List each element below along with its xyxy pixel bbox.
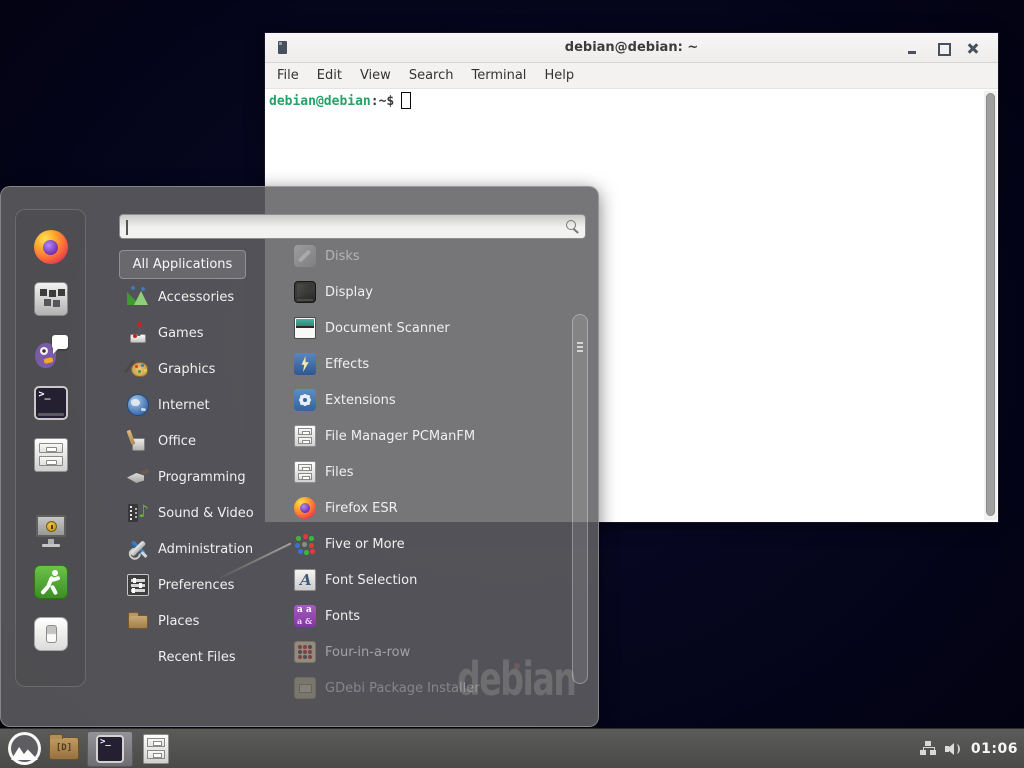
category-recent-files[interactable]: Recent Files <box>119 639 277 675</box>
app-gdebi: GDebi Package Installer <box>286 670 564 706</box>
app-five-or-more[interactable]: Five or More <box>286 526 564 562</box>
minimize-icon[interactable] <box>898 37 928 59</box>
package-keys-icon[interactable] <box>34 282 68 316</box>
category-internet[interactable]: Internet <box>119 387 277 423</box>
app-disks: Disks <box>286 238 564 274</box>
menu-edit[interactable]: Edit <box>308 68 351 83</box>
gdebi-icon <box>294 677 316 699</box>
firefox-icon[interactable] <box>34 230 68 264</box>
category-accessories[interactable]: Accessories <box>119 279 277 315</box>
close-icon[interactable] <box>958 37 988 59</box>
internet-globe-icon <box>127 394 149 416</box>
preferences-icon <box>127 574 149 596</box>
shell-prompt: debian@debian:~$ <box>269 92 411 109</box>
five-or-more-icon <box>294 533 316 555</box>
category-all-applications[interactable]: All Applications <box>119 250 246 279</box>
text-caret <box>126 220 128 235</box>
terminal-scrollbar-thumb[interactable] <box>986 93 995 516</box>
app-firefox-esr[interactable]: Firefox ESR <box>286 490 564 526</box>
system-tray: 01:06 <box>920 729 1024 768</box>
terminal-favorite-icon[interactable] <box>34 386 68 420</box>
administration-icon <box>127 538 149 560</box>
file-manager-favorite-icon[interactable] <box>34 438 68 472</box>
start-menu-button[interactable] <box>8 732 41 765</box>
category-preferences[interactable]: Preferences <box>119 567 277 603</box>
application-list: Disks Display Document Scanner Effects E… <box>286 238 564 706</box>
taskbar: 01:06 <box>0 728 1024 768</box>
fonts-icon <box>294 605 316 627</box>
app-list-scrollbar[interactable] <box>572 314 588 684</box>
app-effects[interactable]: Effects <box>286 346 564 382</box>
desktop-folder-icon <box>49 737 79 760</box>
terminal-taskbar-icon <box>96 735 124 763</box>
menu-help[interactable]: Help <box>535 68 583 83</box>
firefox-esr-icon <box>294 497 316 519</box>
category-programming[interactable]: Programming <box>119 459 277 495</box>
terminal-cursor <box>401 92 411 109</box>
window-controls <box>898 33 988 63</box>
app-font-selection[interactable]: Font Selection <box>286 562 564 598</box>
prompt-user: debian@debian <box>269 94 371 109</box>
clock[interactable]: 01:06 <box>971 741 1018 757</box>
app-display[interactable]: Display <box>286 274 564 310</box>
logout-icon[interactable] <box>34 565 68 599</box>
accessories-icon <box>127 286 149 308</box>
places-folder-icon <box>127 610 149 632</box>
category-places[interactable]: Places <box>119 603 277 639</box>
document-scanner-icon <box>294 317 316 339</box>
terminal-titlebar[interactable]: debian@debian: ~ <box>265 33 998 63</box>
volume-icon[interactable] <box>945 741 963 757</box>
shutdown-icon[interactable] <box>34 617 68 651</box>
session-buttons <box>34 513 68 651</box>
category-graphics[interactable]: Graphics <box>119 351 277 387</box>
pidgin-icon[interactable] <box>34 334 68 368</box>
menu-file[interactable]: File <box>268 68 308 83</box>
file-cabinet-taskbar-icon <box>143 734 169 764</box>
category-games[interactable]: Games <box>119 315 277 351</box>
taskbar-file-manager-desktop[interactable] <box>45 731 83 767</box>
category-label: All Applications <box>133 257 233 272</box>
favorites-panel <box>15 209 86 687</box>
lock-screen-icon[interactable] <box>34 513 68 547</box>
display-icon <box>294 281 316 303</box>
taskbar-terminal-active[interactable] <box>87 731 133 767</box>
games-icon <box>127 322 149 344</box>
search-input[interactable] <box>120 215 585 238</box>
sound-video-icon <box>127 502 149 524</box>
app-fonts[interactable]: Fonts <box>286 598 564 634</box>
terminal-scrollbar[interactable] <box>984 91 997 520</box>
search-box[interactable] <box>119 214 586 239</box>
prompt-tail: :~$ <box>371 94 394 109</box>
scrollbar-grip-dots <box>577 342 583 344</box>
four-in-a-row-icon <box>294 641 316 663</box>
app-four-in-a-row: Four-in-a-row <box>286 634 564 670</box>
category-sound-video[interactable]: Sound & Video <box>119 495 277 531</box>
terminal-menubar: File Edit View Search Terminal Help <box>265 63 998 89</box>
menu-search[interactable]: Search <box>400 68 463 83</box>
app-document-scanner[interactable]: Document Scanner <box>286 310 564 346</box>
category-list: Accessories Games Graphics Internet Offi… <box>119 279 277 675</box>
app-extensions[interactable]: Extensions <box>286 382 564 418</box>
extensions-gear-icon <box>294 389 316 411</box>
app-files[interactable]: Files <box>286 454 564 490</box>
search-icon <box>566 220 576 230</box>
programming-icon <box>127 466 149 488</box>
menu-view[interactable]: View <box>351 68 400 83</box>
font-selection-icon <box>294 569 316 591</box>
application-menu: All Applications Accessories Games Graph… <box>0 186 599 727</box>
disks-icon <box>294 245 316 267</box>
category-office[interactable]: Office <box>119 423 277 459</box>
files-icon <box>294 461 316 483</box>
window-title: debian@debian: ~ <box>265 40 998 55</box>
graphics-icon <box>127 358 149 380</box>
pcmanfm-icon <box>294 425 316 447</box>
taskbar-file-manager[interactable] <box>137 731 175 767</box>
app-file-manager-pcmanfm[interactable]: File Manager PCManFM <box>286 418 564 454</box>
office-icon <box>127 430 149 452</box>
favorite-apps <box>34 230 68 472</box>
effects-icon <box>294 353 316 375</box>
maximize-icon[interactable] <box>928 37 958 59</box>
network-icon[interactable] <box>920 741 937 756</box>
menu-terminal[interactable]: Terminal <box>462 68 535 83</box>
